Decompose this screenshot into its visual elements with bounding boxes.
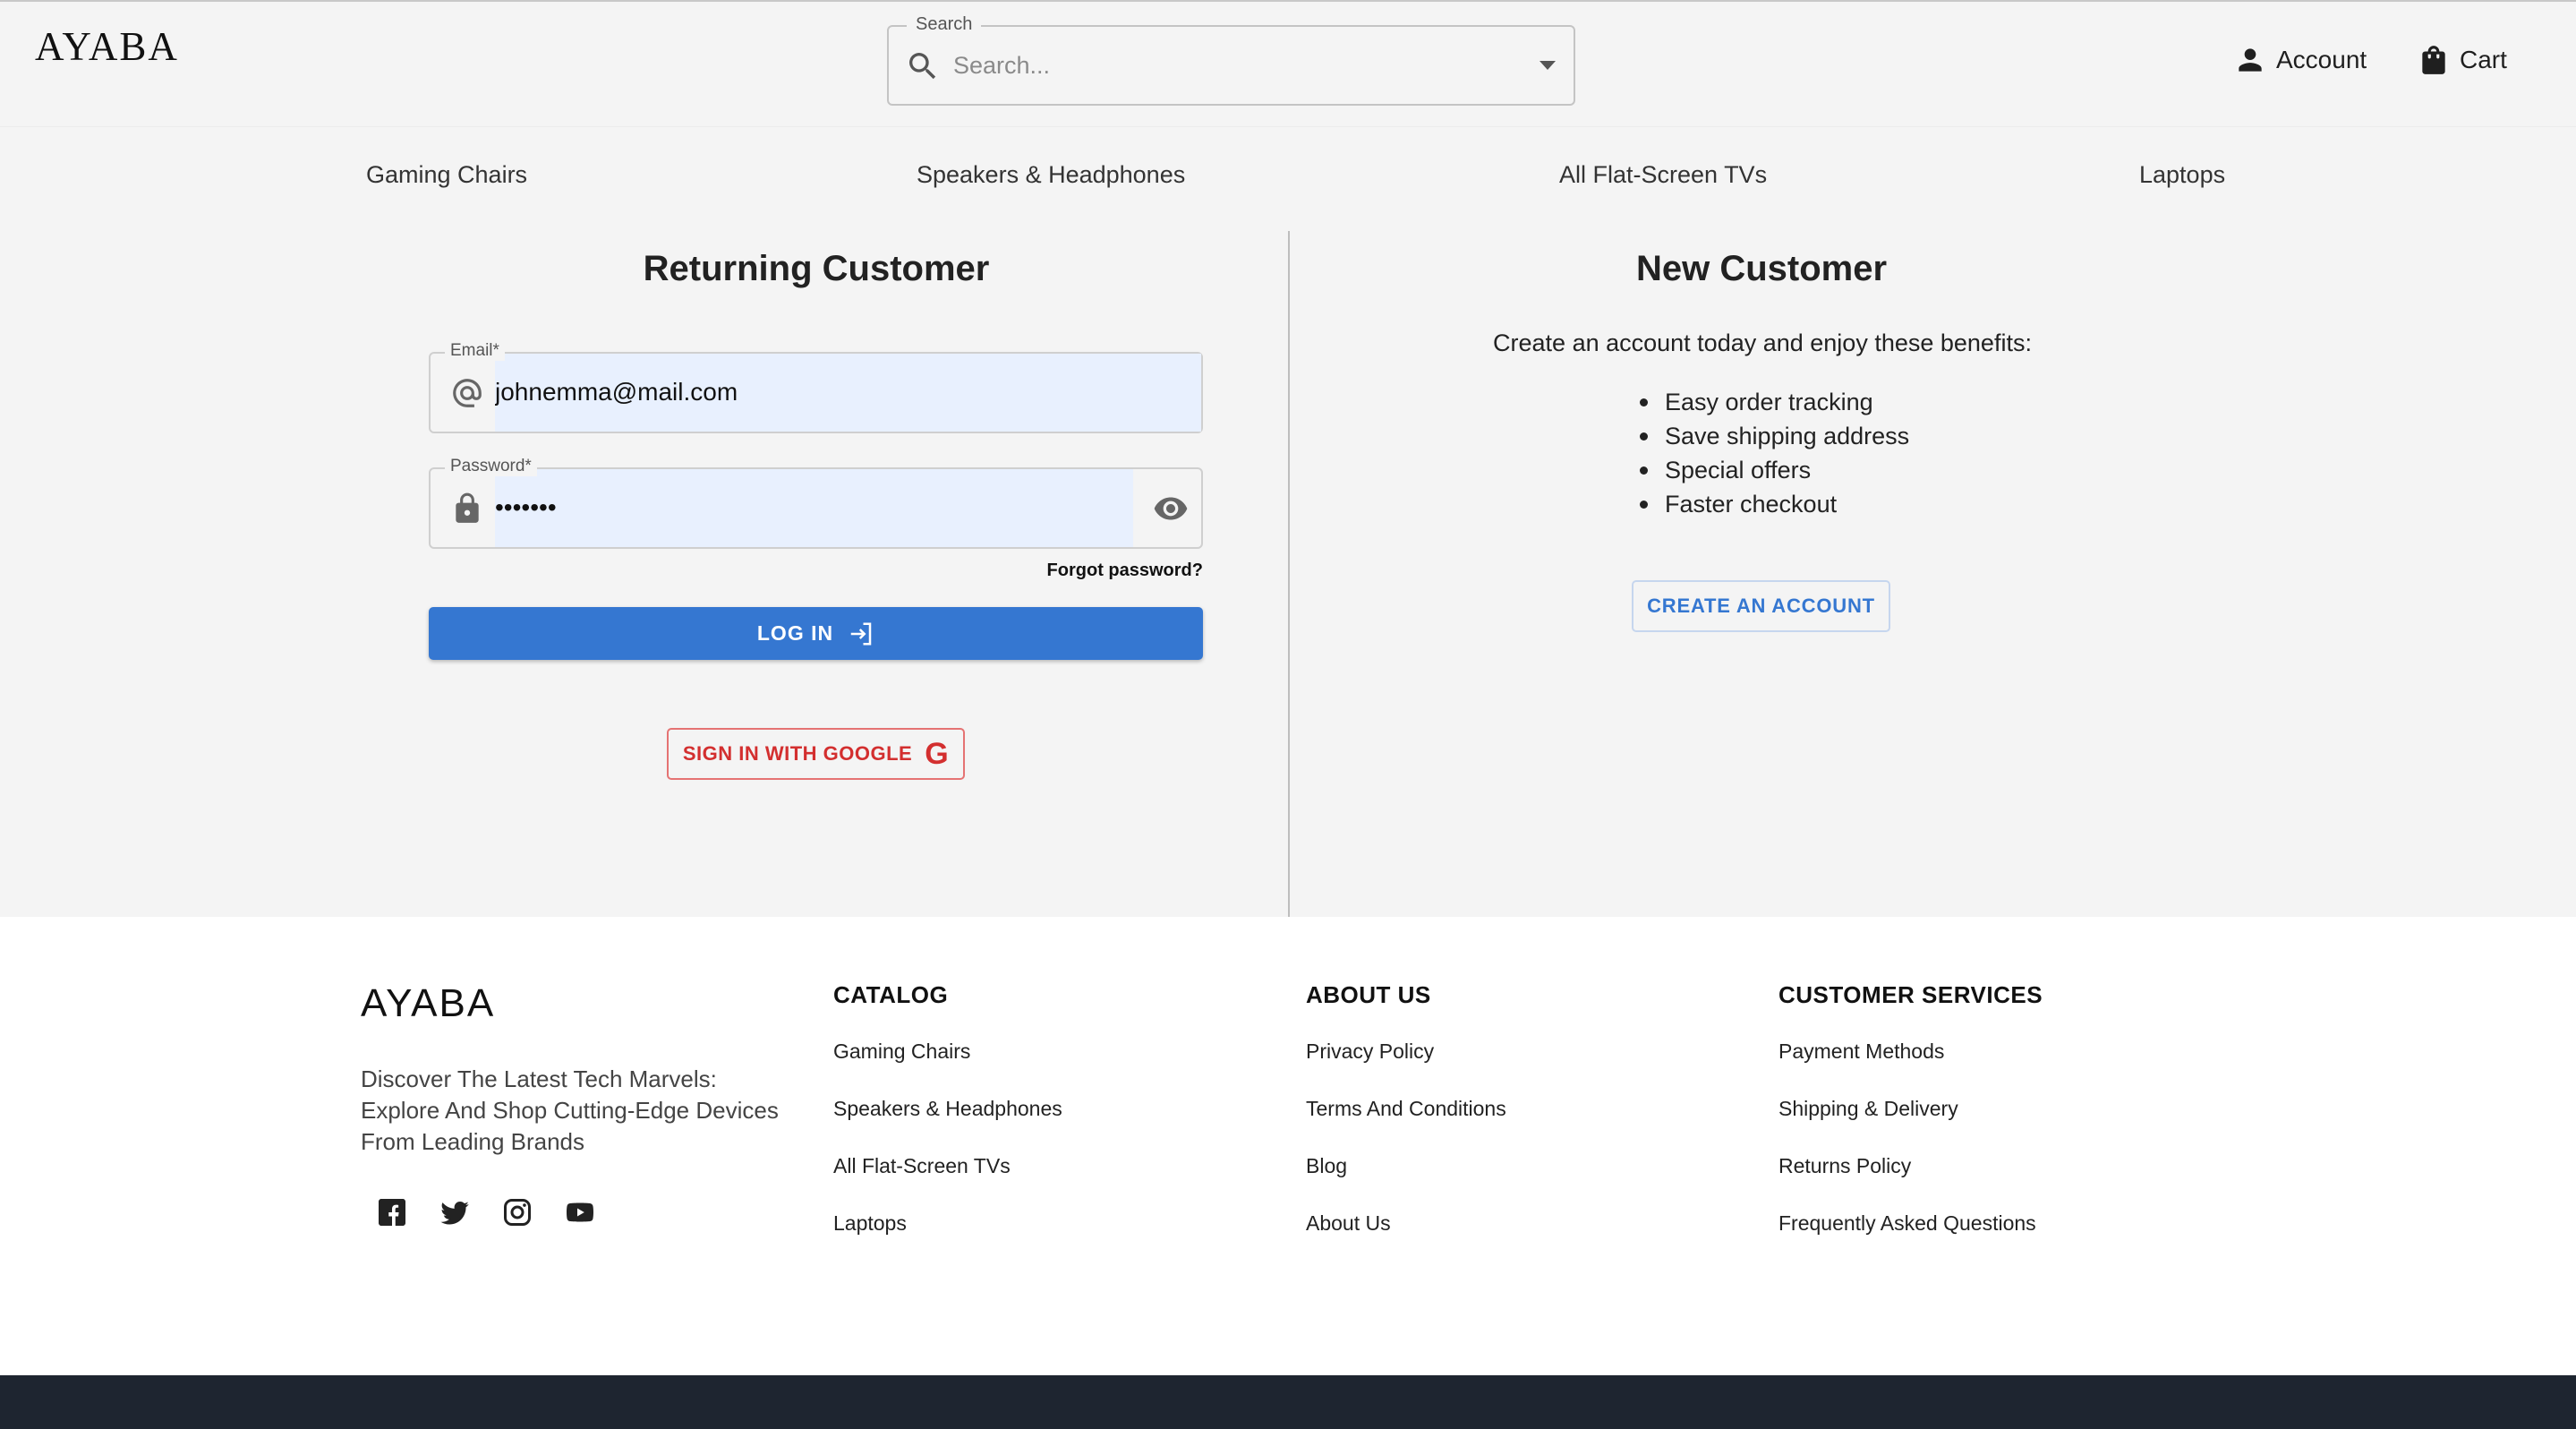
- section-divider: [1288, 231, 1290, 917]
- footer-logo[interactable]: AYABA: [361, 981, 495, 1026]
- email-input[interactable]: [495, 370, 1122, 415]
- google-signin-button[interactable]: SIGN IN WITH GOOGLE G: [667, 728, 965, 780]
- footer-services-column: CUSTOMER SERVICES Payment Methods Shippi…: [1778, 981, 2043, 1269]
- site-footer: AYABA Discover The Latest Tech Marvels: …: [0, 917, 2576, 1375]
- footer-link[interactable]: About Us: [1306, 1211, 1506, 1236]
- chevron-down-icon[interactable]: [1540, 61, 1556, 70]
- email-field[interactable]: Email*: [429, 341, 1203, 433]
- login-button-label: LOG IN: [756, 621, 834, 645]
- password-input[interactable]: •••••••: [495, 485, 1050, 530]
- login-icon: [850, 622, 872, 645]
- nav-laptops[interactable]: Laptops: [2139, 161, 2225, 189]
- footer-services-title: CUSTOMER SERVICES: [1778, 981, 2043, 1008]
- lock-icon: [456, 492, 479, 523]
- footer-catalog-title: CATALOG: [833, 981, 949, 1008]
- shopping-bag-icon: [2422, 46, 2445, 74]
- password-label: Password: [450, 457, 525, 475]
- category-nav: Gaming Chairs Speakers & Headphones All …: [0, 161, 2576, 201]
- search-label: Search: [907, 14, 982, 35]
- footer-link[interactable]: Laptops: [833, 1211, 1062, 1236]
- eye-icon[interactable]: [1153, 491, 1189, 526]
- benefit-item: Save shipping address: [1638, 419, 1909, 453]
- account-label: Account: [2276, 46, 2367, 73]
- footer-about-title: ABOUT US: [1306, 981, 1431, 1008]
- social-links: [376, 1196, 596, 1228]
- forgot-password-link[interactable]: Forgot password?: [1029, 560, 1203, 581]
- footer-link[interactable]: Terms And Conditions: [1306, 1097, 1506, 1121]
- google-signin-label: SIGN IN WITH GOOGLE: [682, 742, 913, 765]
- search-box[interactable]: Search: [887, 14, 1575, 106]
- youtube-icon[interactable]: [564, 1196, 596, 1228]
- required-mark: *: [492, 341, 499, 360]
- footer-link[interactable]: Returns Policy: [1778, 1154, 2043, 1178]
- footer-link[interactable]: Payment Methods: [1778, 1040, 2043, 1064]
- google-icon: G: [925, 736, 950, 771]
- bottom-bar: [0, 1375, 2576, 1429]
- nav-gaming-chairs[interactable]: Gaming Chairs: [366, 161, 527, 189]
- search-icon: [909, 53, 936, 80]
- returning-customer-title: Returning Customer: [643, 249, 990, 288]
- search-input[interactable]: [953, 43, 1490, 88]
- person-icon: [2239, 48, 2262, 72]
- footer-catalog-column: CATALOG Gaming Chairs Speakers & Headpho…: [833, 981, 1062, 1269]
- nav-speakers-headphones[interactable]: Speakers & Headphones: [917, 161, 1185, 189]
- new-customer-intro: Create an account today and enjoy these …: [1493, 329, 2032, 356]
- facebook-icon[interactable]: [376, 1196, 408, 1228]
- twitter-icon[interactable]: [439, 1196, 471, 1228]
- nav-flat-screen-tvs[interactable]: All Flat-Screen TVs: [1559, 161, 1767, 189]
- email-label: Email: [450, 341, 493, 360]
- new-customer-title: New Customer: [1635, 249, 1888, 288]
- footer-about-column: ABOUT US Privacy Policy Terms And Condit…: [1306, 981, 1506, 1269]
- benefits-list: Easy order tracking Save shipping addres…: [1638, 385, 1909, 521]
- required-mark: *: [525, 457, 532, 475]
- footer-link[interactable]: Frequently Asked Questions: [1778, 1211, 2043, 1236]
- benefit-item: Special offers: [1638, 453, 1909, 487]
- account-button[interactable]: Account: [2233, 43, 2367, 77]
- cart-button[interactable]: Cart: [2417, 43, 2507, 77]
- at-sign-icon: [453, 379, 482, 407]
- benefit-item: Faster checkout: [1638, 487, 1909, 521]
- footer-link[interactable]: All Flat-Screen TVs: [833, 1154, 1062, 1178]
- site-header: AYABA Search Account Cart: [0, 2, 2576, 127]
- footer-link[interactable]: Shipping & Delivery: [1778, 1097, 2043, 1121]
- footer-link[interactable]: Gaming Chairs: [833, 1040, 1062, 1064]
- footer-link[interactable]: Privacy Policy: [1306, 1040, 1506, 1064]
- instagram-icon[interactable]: [501, 1196, 533, 1228]
- cart-label: Cart: [2460, 46, 2507, 73]
- site-logo[interactable]: AYABA: [35, 23, 179, 70]
- benefit-item: Easy order tracking: [1638, 385, 1909, 419]
- footer-tagline: Discover The Latest Tech Marvels: Explor…: [361, 1065, 779, 1155]
- login-button[interactable]: LOG IN: [429, 607, 1203, 660]
- create-account-button[interactable]: CREATE AN ACCOUNT: [1632, 580, 1890, 632]
- footer-link[interactable]: Blog: [1306, 1154, 1506, 1178]
- password-field[interactable]: Password* •••••••: [429, 457, 1203, 549]
- footer-link[interactable]: Speakers & Headphones: [833, 1097, 1062, 1121]
